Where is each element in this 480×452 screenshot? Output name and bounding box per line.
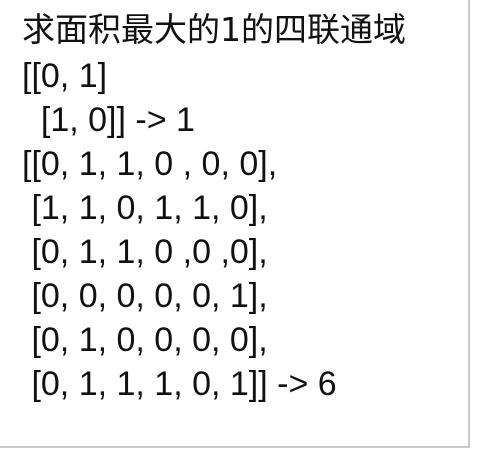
example-line-4: [1, 1, 0, 1, 1, 0], [22,189,268,227]
document-content: 求面积最大的1的四联通域 [[0, 1] [1, 0]] -> 1 [[0, 1… [22,8,468,406]
example-line-6: [0, 0, 0, 0, 0, 1], [22,277,268,315]
problem-title: 求面积最大的1的四联通域 [22,10,406,49]
example-line-2: [1, 0]] -> 1 [22,101,195,139]
example-line-7: [0, 1, 0, 0, 0, 0], [22,321,268,359]
example-line-3: [[0, 1, 1, 0 , 0, 0], [22,145,278,183]
example-line-1: [[0, 1] [22,57,108,95]
example-line-8: [0, 1, 1, 1, 0, 1]] -> 6 [22,365,337,403]
example-line-5: [0, 1, 1, 0 ,0 ,0], [22,233,268,271]
